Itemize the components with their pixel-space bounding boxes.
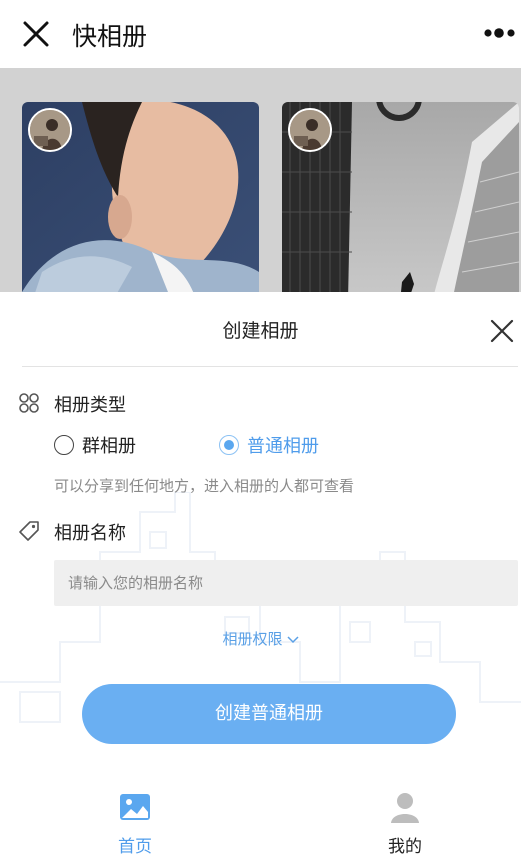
album-cover-architecture[interactable] xyxy=(282,102,519,292)
tab-mine-label: 我的 xyxy=(388,837,422,857)
avatar xyxy=(288,108,332,152)
sheet-title: 创建相册 xyxy=(222,320,299,342)
user-icon xyxy=(391,793,419,823)
radio-label: 普通相册 xyxy=(247,436,319,457)
tab-bar: 首页 我的 xyxy=(0,782,521,858)
album-cover-portrait[interactable] xyxy=(22,102,259,292)
image-icon xyxy=(120,794,150,820)
album-type-label: 相册类型 xyxy=(54,395,126,416)
grid-icon xyxy=(19,393,39,413)
radio-label: 群相册 xyxy=(82,436,136,457)
radio-circle[interactable] xyxy=(54,435,74,455)
album-name-label: 相册名称 xyxy=(54,523,126,544)
tab-home[interactable]: 首页 xyxy=(85,790,185,858)
create-album-button[interactable]: 创建普通相册 xyxy=(82,684,456,744)
radio-normal-album[interactable]: 普通相册 xyxy=(219,432,319,458)
create-album-sheet: 创建相册 相册类型 群相册 普通相册 可以分享到任何地方，进入相册的人都可查看 … xyxy=(0,292,521,858)
permission-link-label: 相册权限 xyxy=(222,630,283,648)
radio-circle-selected[interactable] xyxy=(219,435,239,455)
tag-icon xyxy=(19,521,39,541)
divider xyxy=(22,366,518,367)
album-type-hint: 可以分享到任何地方，进入相册的人都可查看 xyxy=(54,477,355,495)
more-icon[interactable] xyxy=(483,26,517,40)
tab-home-label: 首页 xyxy=(118,837,152,857)
page-title: 快相册 xyxy=(72,22,148,51)
top-bar: 快相册 xyxy=(0,0,521,68)
album-name-input[interactable] xyxy=(54,560,518,606)
close-icon[interactable] xyxy=(22,20,50,48)
tab-mine[interactable]: 我的 xyxy=(355,790,455,858)
album-permission-link[interactable]: 相册权限 xyxy=(0,628,521,649)
chevron-down-icon xyxy=(286,635,299,643)
album-grid-overlay xyxy=(0,68,521,292)
close-icon[interactable] xyxy=(489,318,515,344)
radio-group-album[interactable]: 群相册 xyxy=(54,432,136,458)
avatar xyxy=(28,108,72,152)
